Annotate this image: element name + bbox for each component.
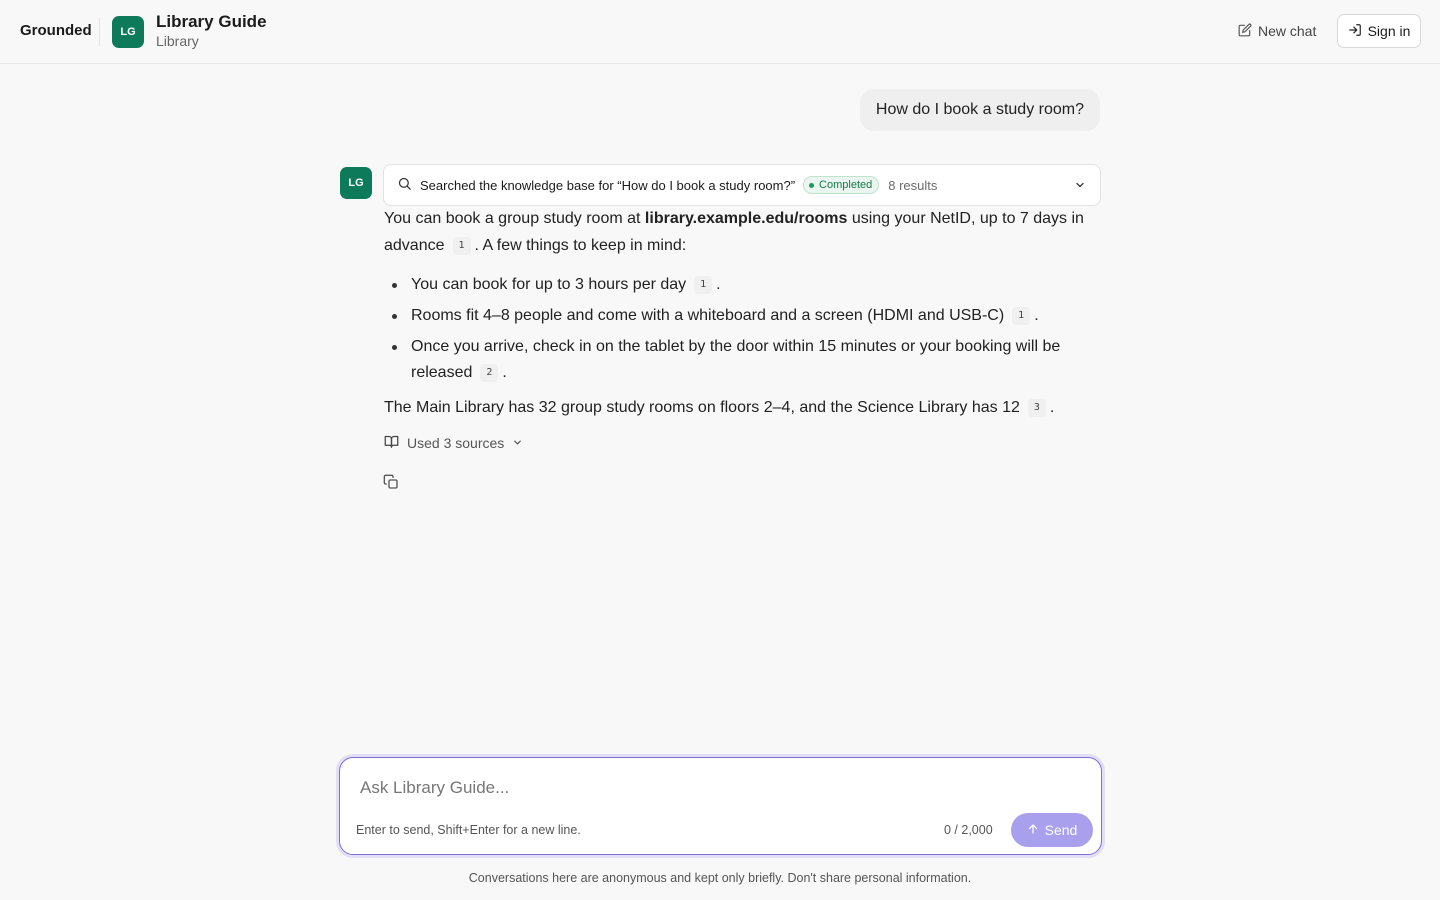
arrow-up-icon [1027, 822, 1039, 838]
citation-marker[interactable]: 1 [1012, 307, 1031, 325]
assistant-avatar: LG [340, 167, 372, 199]
knowledge-search-panel[interactable]: Searched the knowledge base for “How do … [383, 164, 1101, 206]
user-message-bubble: How do I book a study room? [859, 89, 1100, 131]
citation-marker[interactable]: 3 [1027, 398, 1046, 417]
copy-icon[interactable] [383, 474, 401, 492]
composer-hint: Enter to send, Shift+Enter for a new lin… [356, 823, 581, 837]
send-label: Send [1044, 822, 1078, 838]
answer-paragraph-2: The Main Library has 32 group study room… [384, 394, 1094, 421]
send-button[interactable]: Send [1011, 813, 1093, 847]
brand-name[interactable]: Grounded [20, 22, 92, 39]
search-icon [397, 176, 412, 194]
message-composer: Enter to send, Shift+Enter for a new lin… [339, 757, 1102, 855]
sources-label: Used 3 sources [407, 435, 505, 451]
app-avatar: LG [112, 16, 144, 48]
sign-in-button[interactable]: Sign in [1337, 14, 1421, 48]
citation-marker[interactable]: 1 [694, 276, 713, 294]
book-icon [384, 434, 399, 452]
privacy-note: Conversations here are anonymous and kep… [468, 871, 972, 885]
list-item-end: . [1034, 307, 1039, 324]
list-item: You can book for up to 3 hours per day 1. [384, 272, 1094, 298]
message-input[interactable] [360, 776, 1060, 800]
character-counter: 0 / 2,000 [944, 823, 993, 837]
answer-list: You can book for up to 3 hours per day 1.… [384, 272, 1094, 386]
sign-in-icon [1348, 23, 1362, 40]
list-item: Rooms fit 4–8 people and come with a whi… [384, 303, 1094, 329]
sign-in-label: Sign in [1367, 23, 1411, 39]
citation-marker[interactable]: 2 [480, 364, 499, 382]
assistant-answer: You can book a group study room at libra… [384, 205, 1094, 421]
list-item-text: Rooms fit 4–8 people and come with a whi… [411, 307, 1005, 324]
top-header: Grounded LG Library Guide Library New ch… [0, 0, 1440, 64]
chevron-down-icon [512, 435, 523, 451]
list-item-end: . [502, 364, 507, 381]
app-subtitle: Library [156, 33, 199, 49]
citation-marker[interactable]: 1 [452, 236, 471, 255]
sources-toggle[interactable]: Used 3 sources [384, 434, 523, 452]
booking-url: library.example.edu/rooms [644, 210, 848, 227]
new-chat-label: New chat [1258, 23, 1317, 39]
new-chat-button[interactable]: New chat [1230, 15, 1324, 47]
list-item-end: . [716, 276, 721, 293]
list-item-text: Once you arrive, check in on the tablet … [411, 338, 1061, 381]
app-title: Library Guide [156, 12, 267, 31]
edit-icon [1238, 23, 1252, 40]
user-message-text: How do I book a study room? [875, 101, 1084, 118]
list-item: Once you arrive, check in on the tablet … [384, 334, 1094, 386]
answer-text: . [1049, 399, 1055, 416]
status-badge: Completed [803, 176, 880, 194]
status-dot [809, 182, 815, 188]
status-label: Completed [819, 179, 873, 191]
answer-text: You can book a group study room at [384, 210, 645, 227]
search-query-text: Searched the knowledge base for “How do … [420, 177, 796, 193]
header-divider [99, 18, 100, 46]
results-count: 8 results [888, 177, 938, 193]
list-item-text: You can book for up to 3 hours per day [411, 276, 687, 293]
answer-paragraph-1: You can book a group study room at libra… [384, 205, 1094, 259]
answer-text: . A few things to keep in mind: [474, 237, 687, 254]
answer-text: The Main Library has 32 group study room… [384, 399, 1020, 416]
chevron-down-icon[interactable] [1074, 179, 1086, 194]
